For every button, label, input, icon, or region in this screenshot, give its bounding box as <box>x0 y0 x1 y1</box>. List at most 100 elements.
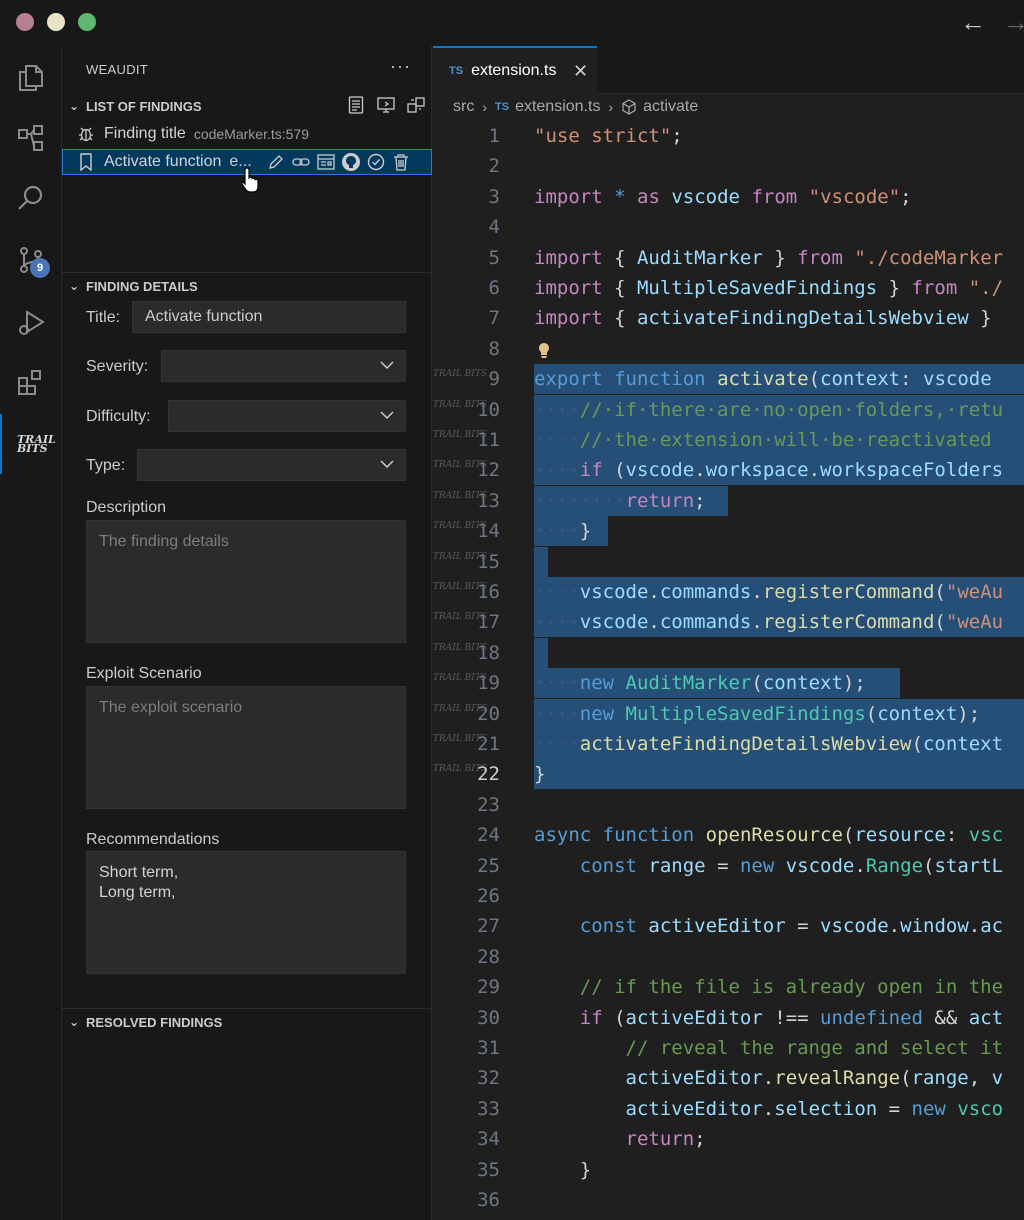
code-line: 5 import { AuditMarker } from "./codeMark… <box>488 246 1004 269</box>
code-line: 36 <box>477 1189 500 1211</box>
code-line: 4 <box>488 216 500 239</box>
list-of-findings-header[interactable]: ⌄ LIST OF FINDINGS <box>62 94 432 118</box>
chevron-down-icon: ⌄ <box>68 279 80 293</box>
code-line: TRAIL BITS 19 ····new AuditMarker(context)… <box>433 668 1024 699</box>
window-maximize-button[interactable] <box>78 13 96 31</box>
code-line: 8 <box>433 334 1024 364</box>
issue-details-icon[interactable] <box>316 152 336 172</box>
code-line: TRAIL BITS 21 ····activateFindingDetailsWe… <box>433 729 1024 759</box>
recommendations-textarea[interactable]: Short term, Long term, <box>86 851 406 974</box>
github-icon[interactable] <box>341 152 361 172</box>
section-divider <box>62 272 432 273</box>
activity-bar: 9 TRAIL BITS <box>0 46 62 1220</box>
breadcrumb-folder[interactable]: src <box>453 98 474 116</box>
description-label: Description <box>86 499 167 516</box>
chevron-right-icon: › <box>608 99 614 115</box>
resolve-check-icon[interactable] <box>366 152 386 172</box>
breadcrumb-file[interactable]: extension.ts <box>515 98 600 116</box>
difficulty-select[interactable] <box>168 400 406 432</box>
chevron-right-icon: › <box>482 99 487 115</box>
breadcrumb: src › TS extension.ts › activate <box>453 96 698 118</box>
source-control-icon[interactable]: 9 <box>0 230 62 290</box>
sidebar-title: WEAUDIT <box>86 62 149 77</box>
code-line: TRAIL BITS 9 export function activate(cont… <box>433 364 1024 395</box>
code-line: TRAIL BITS 17 ····vscode.commands.register… <box>433 607 1024 638</box>
code-line: 35 } <box>477 1158 592 1181</box>
list-of-findings-title: LIST OF FINDINGS <box>86 98 202 114</box>
search-icon[interactable] <box>0 168 62 228</box>
bookmark-icon <box>74 153 98 171</box>
code-line: 32 activeEditor.revealRange(range, v <box>477 1067 1004 1090</box>
exploit-scenario-label: Exploit Scenario <box>86 665 202 682</box>
finding-details-header[interactable]: ⌄ FINDING DETAILS <box>62 274 432 298</box>
severity-select[interactable] <box>161 350 406 382</box>
title-input[interactable] <box>132 301 406 333</box>
code-line: TRAIL BITS 15 <box>433 546 1024 577</box>
code-line: TRAIL BITS 13 ········return; <box>433 485 1024 516</box>
code-line: 2 <box>488 155 500 178</box>
resolved-findings-title: RESOLVED FINDINGS <box>86 1014 223 1030</box>
code-line: TRAIL BITS 16 ····vscode.commands.register… <box>433 577 1024 607</box>
trailbits-weaudit-icon[interactable]: TRAIL BITS <box>0 414 62 474</box>
breadcrumb-symbol[interactable]: activate <box>643 98 698 116</box>
severity-label: Severity: <box>86 358 149 375</box>
delete-trash-icon[interactable] <box>391 152 411 172</box>
description-textarea[interactable]: The finding details <box>86 520 406 643</box>
code-line: 27 const activeEditor = vscode.window.ac <box>477 915 1004 938</box>
close-icon[interactable]: ✕ <box>573 61 588 82</box>
extensions-icon[interactable] <box>0 352 62 412</box>
code-line: 26 <box>477 885 500 907</box>
editor-pane: TS extension.ts ✕ src › TS extension.ts … <box>433 46 1024 1220</box>
finding-item[interactable]: Finding title codeMarker.ts:579 <box>62 121 432 147</box>
difficulty-label: Difficulty: <box>86 408 151 425</box>
finding-details-title: FINDING DETAILS <box>86 278 198 294</box>
forward-arrow-icon[interactable]: → <box>1003 8 1024 36</box>
code-line: 34 return; <box>477 1128 706 1151</box>
code-line: 23 <box>477 793 500 816</box>
chevron-down-icon: ⌄ <box>68 1015 80 1029</box>
editor-tabs: TS extension.ts ✕ <box>433 46 1024 94</box>
code-line: 6 import { MultipleSavedFindings } from "… <box>488 277 1004 299</box>
copy-link-icon[interactable] <box>291 152 311 172</box>
chevron-down-icon <box>379 407 395 428</box>
trailbits-logo: TRAIL BITS <box>17 433 56 455</box>
view-findings-icon[interactable] <box>376 94 396 116</box>
code-line: 1 "use strict"; <box>488 125 683 147</box>
back-arrow-icon[interactable]: ← <box>960 8 986 36</box>
finding-label: Finding title <box>104 125 186 142</box>
finding-location: codeMarker.ts:579 <box>193 126 309 142</box>
export-findings-icon[interactable] <box>346 94 366 116</box>
typescript-icon: TS <box>449 65 464 77</box>
exploit-scenario-textarea[interactable]: The exploit scenario <box>86 686 406 809</box>
recommendations-label: Recommendations <box>86 831 220 848</box>
tab-label: extension.ts <box>471 62 557 79</box>
bug-icon <box>74 125 98 143</box>
type-select[interactable] <box>137 449 406 481</box>
code-line: TRAIL BITS 11 ····//·the·extension·will·be… <box>433 425 1024 455</box>
code-line: TRAIL BITS 14 ····} <box>433 516 1024 547</box>
edit-pencil-icon[interactable] <box>266 152 286 172</box>
sync-findings-icon[interactable] <box>406 94 426 116</box>
code-line: 25 const range = new vscode.Range(startL <box>477 854 1004 877</box>
code-line: 33 activeEditor.selection = new vsco <box>477 1097 1004 1120</box>
code-line: 7 import { activateFindingDetailsWebview … <box>488 307 992 330</box>
code-line: 29 // if the file is already open in the <box>477 976 1004 999</box>
typescript-icon: TS <box>495 101 510 113</box>
code-editor[interactable]: 1 "use strict"; 2 3 import * as vscode fro… <box>433 121 1024 1220</box>
source-graph-icon[interactable] <box>0 108 62 168</box>
code-line: 24 async function openResource(resource: … <box>477 824 1004 847</box>
run-debug-icon[interactable] <box>0 292 62 352</box>
weaudit-sidebar: WEAUDIT ··· ⌄ LIST OF FINDINGS Finding t… <box>62 46 432 1220</box>
window-close-button[interactable] <box>16 13 34 31</box>
chevron-down-icon <box>379 456 395 477</box>
title-label: Title: <box>86 309 121 326</box>
tab-extension-ts[interactable]: TS extension.ts ✕ <box>433 46 597 94</box>
type-label: Type: <box>86 457 126 474</box>
resolved-findings-header[interactable]: ⌄ RESOLVED FINDINGS <box>62 1010 432 1034</box>
more-actions-icon[interactable]: ··· <box>390 56 411 77</box>
code-line: TRAIL BITS 10 ····//·if·there·are·no·open·… <box>433 394 1024 425</box>
window-minimize-button[interactable] <box>47 13 65 31</box>
finding-label: Activate function <box>104 153 222 170</box>
explorer-icon[interactable] <box>0 48 62 108</box>
code-line: TRAIL BITS 22} <box>433 759 1024 790</box>
